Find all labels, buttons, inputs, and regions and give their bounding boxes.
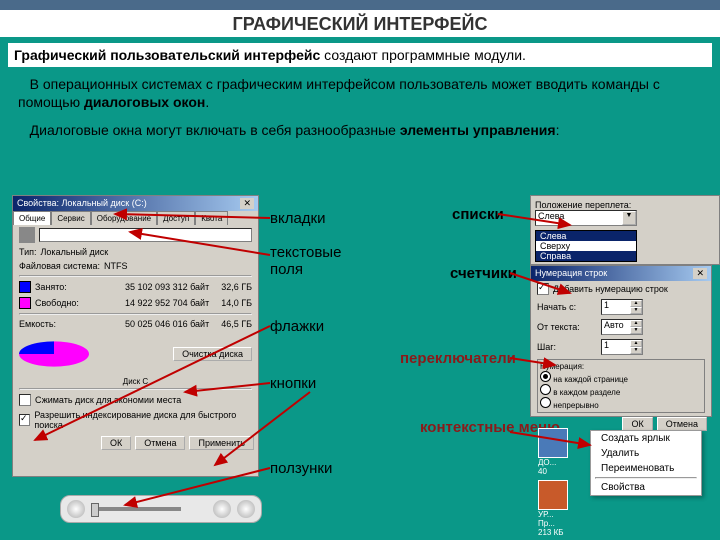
arrows-overlay: [0, 0, 720, 540]
